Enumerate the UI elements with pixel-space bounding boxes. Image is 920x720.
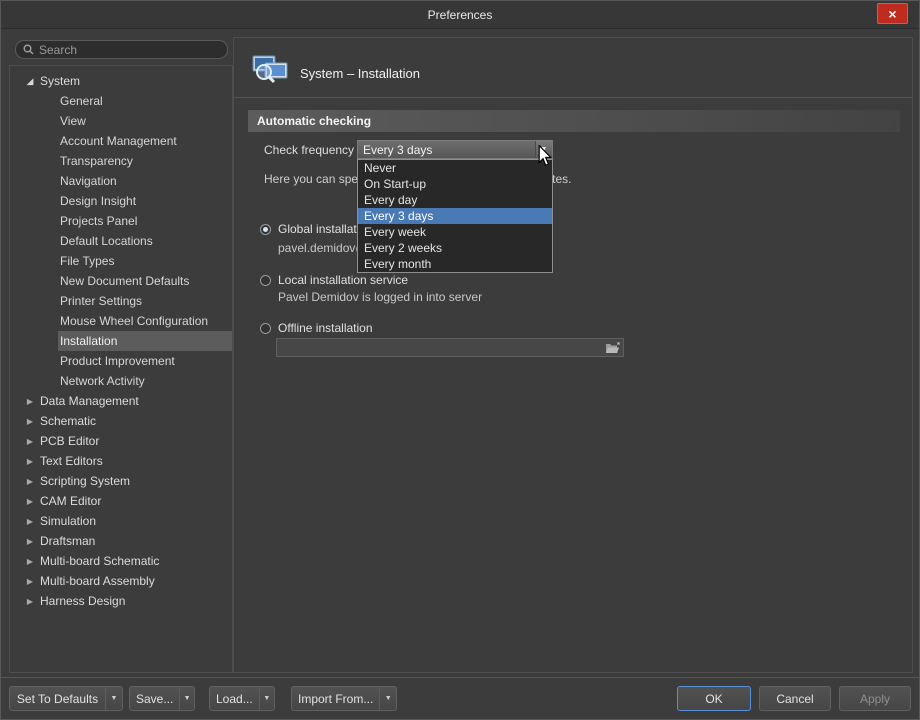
check-frequency-dropdown[interactable]: Every 3 days ▼ [357,140,553,159]
chevron-down-icon[interactable]: ▼ [380,695,396,702]
tree-collapsed-icon[interactable]: ▶ [23,557,37,566]
sidebar-item-data-management[interactable]: ▶ Data Management [10,391,232,411]
load-button[interactable]: Load... ▼ [209,686,275,711]
sidebar-item-printer-settings[interactable]: Printer Settings [10,291,232,311]
offline-path-input[interactable] [277,340,601,355]
ok-button[interactable]: OK [677,686,751,711]
sidebar-item-navigation[interactable]: Navigation [10,171,232,191]
radio-checked-icon[interactable] [260,223,271,235]
local-account-text: Pavel Demidov is logged in into server [278,290,483,304]
tree-collapsed-icon[interactable]: ▶ [23,577,37,586]
titlebar[interactable]: Preferences × [1,1,919,29]
chevron-down-icon[interactable]: ▼ [180,695,194,702]
sidebar-item-file-types[interactable]: File Types [10,251,232,271]
frequency-dropdown-list: Never On Start-up Every day Every 3 days… [357,159,553,273]
save-button[interactable]: Save... ▼ [129,686,195,711]
dropdown-option-on-start-up[interactable]: On Start-up [358,176,552,192]
sidebar-item-simulation[interactable]: ▶ Simulation [10,511,232,531]
sidebar-item-pcb-editor[interactable]: ▶ PCB Editor [10,431,232,451]
close-button[interactable]: × [877,3,908,24]
sidebar-item-design-insight[interactable]: Design Insight [10,191,232,211]
sidebar-item-cam-editor[interactable]: ▶ CAM Editor [10,491,232,511]
sidebar-item-transparency[interactable]: Transparency [10,151,232,171]
dropdown-option-every-month[interactable]: Every month [358,256,552,272]
sidebar-item-text-editors[interactable]: ▶ Text Editors [10,451,232,471]
offline-path-field [276,338,624,357]
radio-local-installation-service[interactable]: Local installation service [260,273,408,287]
browse-folder-icon[interactable] [601,341,623,354]
page-title: System – Installation [300,66,420,81]
tree-collapsed-icon[interactable]: ▶ [23,417,37,426]
sidebar-item-view[interactable]: View [10,111,232,131]
tree-collapsed-icon[interactable]: ▶ [23,537,37,546]
sidebar-item-projects-panel[interactable]: Projects Panel [10,211,232,231]
sidebar-item-mouse-wheel-configuration[interactable]: Mouse Wheel Configuration [10,311,232,331]
tree-collapsed-icon[interactable]: ▶ [23,597,37,606]
apply-button[interactable]: Apply [839,686,911,711]
preferences-window: Preferences × ◢System General View Accou… [0,0,920,720]
radio-unchecked-icon[interactable] [260,274,271,286]
tree-collapsed-icon[interactable]: ▶ [23,517,37,526]
dropdown-option-every-week[interactable]: Every week [358,224,552,240]
tree-collapsed-icon[interactable]: ▶ [23,397,37,406]
window-title: Preferences [427,8,493,22]
radio-unchecked-icon[interactable] [260,322,271,334]
dropdown-option-never[interactable]: Never [358,160,552,176]
sidebar-item-draftsman[interactable]: ▶ Draftsman [10,531,232,551]
sidebar-item-product-improvement[interactable]: Product Improvement [10,351,232,371]
section-header-automatic-checking: Automatic checking [248,110,900,132]
header-separator [234,97,912,98]
sidebar-item-schematic[interactable]: ▶ Schematic [10,411,232,431]
global-account-text: pavel.demidov@ [278,241,368,255]
tree-expanded-icon[interactable]: ◢ [23,76,37,87]
tree-collapsed-icon[interactable]: ▶ [23,497,37,506]
tree-collapsed-icon[interactable]: ▶ [23,457,37,466]
sidebar-tree: ◢ System General View Account Management … [9,65,233,673]
close-icon: × [888,5,897,22]
import-from-button[interactable]: Import From... ▼ [291,686,397,711]
sidebar-item-network-activity[interactable]: Network Activity [10,371,232,391]
search-box[interactable] [15,40,228,59]
sidebar-item-installation[interactable]: Installation [10,331,232,351]
tree-collapsed-icon[interactable]: ▶ [23,437,37,446]
search-input[interactable] [39,42,220,57]
sidebar-item-general[interactable]: General [10,91,232,111]
search-icon [23,44,34,55]
set-to-defaults-button[interactable]: Set To Defaults ▼ [9,686,123,711]
dropdown-option-every-3-days[interactable]: Every 3 days [358,208,552,224]
sidebar-item-scripting-system[interactable]: ▶ Scripting System [10,471,232,491]
sidebar-item-system[interactable]: ◢ System [10,71,232,91]
main-panel: System – Installation Automatic checking… [233,37,913,673]
sidebar-item-new-document-defaults[interactable]: New Document Defaults [10,271,232,291]
section-title: Automatic checking [257,114,372,128]
radio-offline-installation[interactable]: Offline installation [260,321,373,335]
sidebar-item-multi-board-assembly[interactable]: ▶ Multi-board Assembly [10,571,232,591]
chevron-down-icon[interactable]: ▼ [535,141,552,158]
cancel-button[interactable]: Cancel [759,686,831,711]
chevron-down-icon[interactable]: ▼ [106,695,122,702]
dropdown-option-every-2-weeks[interactable]: Every 2 weeks [358,240,552,256]
tree-collapsed-icon[interactable]: ▶ [23,477,37,486]
footer-bar: Set To Defaults ▼ Save... ▼ Load... ▼ Im… [1,677,919,719]
check-frequency-label: Check frequency [264,143,355,157]
sidebar-item-account-management[interactable]: Account Management [10,131,232,151]
chevron-down-icon[interactable]: ▼ [260,695,274,702]
check-frequency-value: Every 3 days [363,142,433,157]
system-installation-icon [252,55,288,84]
sidebar-item-default-locations[interactable]: Default Locations [10,231,232,251]
sidebar-item-multi-board-schematic[interactable]: ▶ Multi-board Schematic [10,551,232,571]
sidebar-item-harness-design[interactable]: ▶ Harness Design [10,591,232,611]
dropdown-option-every-day[interactable]: Every day [358,192,552,208]
folder-open-icon [605,341,620,353]
